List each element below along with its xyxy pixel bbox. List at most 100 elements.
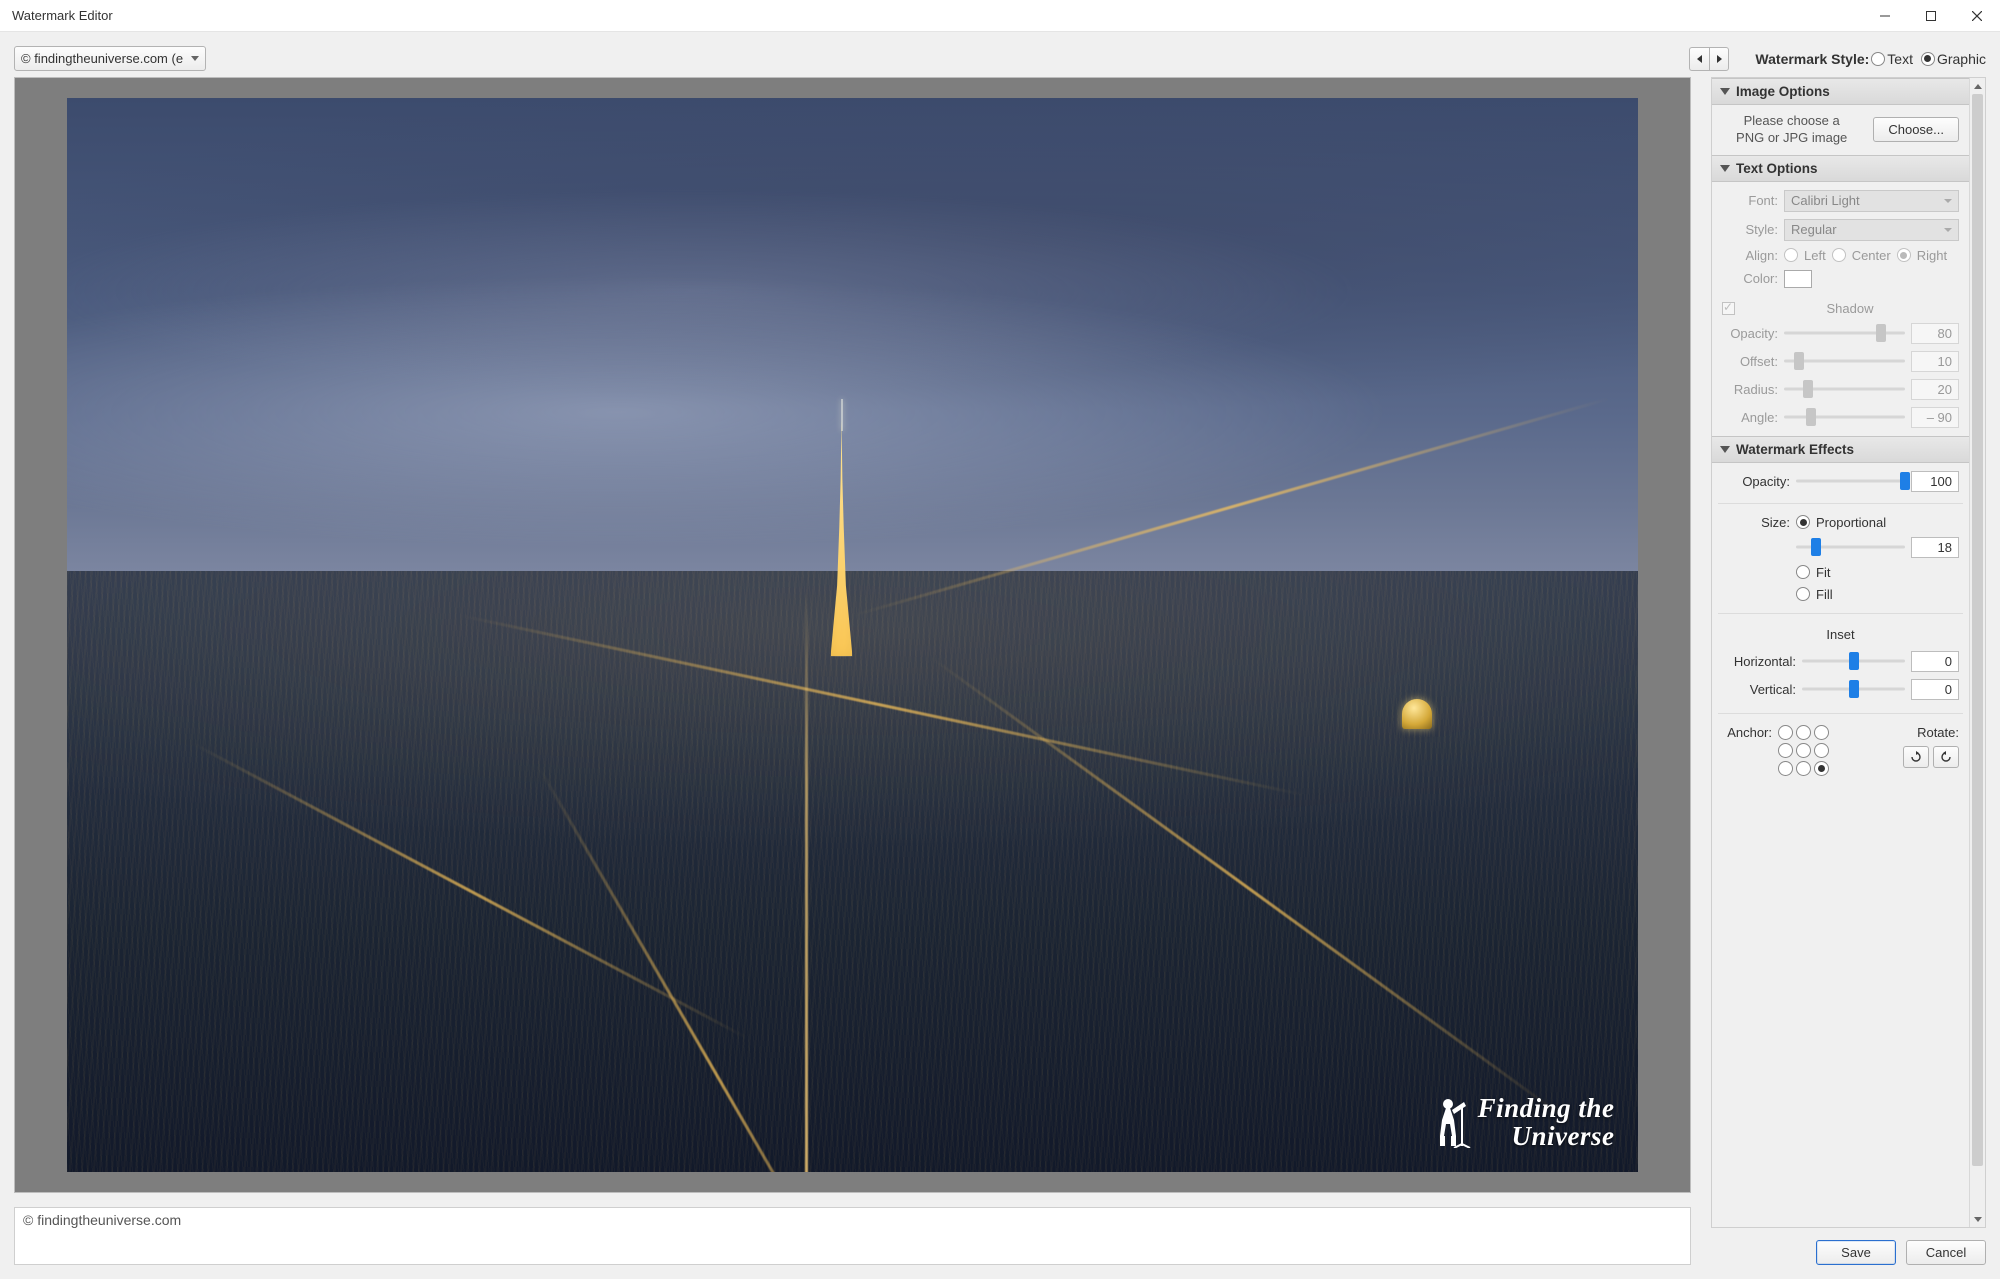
minimize-button[interactable] bbox=[1862, 0, 1908, 32]
section-text-options-header[interactable]: Text Options bbox=[1712, 155, 1969, 182]
scroll-up-button[interactable] bbox=[1970, 78, 1985, 94]
panel-scrollbar[interactable] bbox=[1969, 78, 1985, 1227]
size-proportional-radio[interactable] bbox=[1796, 515, 1810, 529]
choose-image-button[interactable]: Choose... bbox=[1873, 117, 1959, 142]
shadow-opacity-slider bbox=[1784, 325, 1905, 341]
scrollbar-thumb[interactable] bbox=[1972, 94, 1983, 1166]
style-text-label: Text bbox=[1887, 51, 1913, 67]
anchor-br-radio[interactable] bbox=[1814, 761, 1829, 776]
caption-input[interactable]: © findingtheuniverse.com bbox=[14, 1207, 1691, 1265]
inset-title: Inset bbox=[1722, 627, 1959, 642]
shadow-offset-input bbox=[1911, 351, 1959, 372]
style-label: Style: bbox=[1722, 222, 1778, 237]
rotate-cw-button[interactable] bbox=[1903, 746, 1929, 768]
anchor-tl-radio[interactable] bbox=[1778, 725, 1793, 740]
save-button[interactable]: Save bbox=[1816, 1240, 1896, 1265]
inset-vertical-input[interactable] bbox=[1911, 679, 1959, 700]
color-label: Color: bbox=[1722, 271, 1778, 286]
shadow-checkbox bbox=[1722, 302, 1735, 315]
preset-value: © findingtheuniverse.com (e bbox=[21, 51, 183, 66]
size-input[interactable] bbox=[1911, 537, 1959, 558]
size-slider[interactable] bbox=[1796, 539, 1905, 555]
style-graphic-label: Graphic bbox=[1937, 51, 1986, 67]
chevron-down-icon bbox=[1944, 199, 1952, 203]
section-watermark-effects-header[interactable]: Watermark Effects bbox=[1712, 436, 1969, 463]
size-label: Size: bbox=[1722, 515, 1790, 530]
align-left-label: Left bbox=[1804, 248, 1826, 263]
preview-image: Finding the Universe bbox=[67, 98, 1638, 1172]
align-label: Align: bbox=[1722, 248, 1778, 263]
shadow-opacity-input bbox=[1911, 323, 1959, 344]
rotate-ccw-button[interactable] bbox=[1933, 746, 1959, 768]
font-label: Font: bbox=[1722, 193, 1778, 208]
text-color-swatch bbox=[1784, 270, 1812, 288]
style-graphic-radio[interactable] bbox=[1921, 52, 1935, 66]
preview-canvas[interactable]: Finding the Universe bbox=[14, 77, 1691, 1193]
shadow-radius-slider bbox=[1784, 381, 1905, 397]
wm-opacity-input[interactable] bbox=[1911, 471, 1959, 492]
photographer-icon bbox=[1424, 1096, 1472, 1148]
anchor-bc-radio[interactable] bbox=[1796, 761, 1811, 776]
next-image-button[interactable] bbox=[1709, 47, 1729, 71]
anchor-ml-radio[interactable] bbox=[1778, 743, 1793, 758]
font-style-dropdown: Regular bbox=[1784, 219, 1959, 241]
shadow-angle-input bbox=[1911, 407, 1959, 428]
disclosure-triangle-icon bbox=[1720, 88, 1730, 95]
watermark-line1: Finding the bbox=[1478, 1094, 1615, 1122]
prev-image-button[interactable] bbox=[1689, 47, 1709, 71]
section-watermark-effects-title: Watermark Effects bbox=[1736, 442, 1854, 457]
section-text-options-title: Text Options bbox=[1736, 161, 1818, 176]
image-hint: Please choose a PNG or JPG image bbox=[1722, 113, 1861, 147]
inset-horizontal-input[interactable] bbox=[1911, 651, 1959, 672]
disclosure-triangle-icon bbox=[1720, 446, 1730, 453]
shadow-angle-label: Angle: bbox=[1722, 410, 1778, 425]
anchor-tc-radio[interactable] bbox=[1796, 725, 1811, 740]
watermark-style-label: Watermark Style: bbox=[1755, 51, 1869, 67]
caption-text: © findingtheuniverse.com bbox=[23, 1212, 181, 1228]
size-fit-radio[interactable] bbox=[1796, 565, 1810, 579]
inset-horizontal-label: Horizontal: bbox=[1722, 654, 1796, 669]
align-center-label: Center bbox=[1852, 248, 1891, 263]
shadow-radius-input bbox=[1911, 379, 1959, 400]
section-image-options-header[interactable]: Image Options bbox=[1712, 78, 1969, 105]
align-left-radio bbox=[1784, 248, 1798, 262]
disclosure-triangle-icon bbox=[1720, 165, 1730, 172]
watermark-overlay: Finding the Universe bbox=[1424, 1094, 1615, 1151]
section-image-options-title: Image Options bbox=[1736, 84, 1830, 99]
inset-vertical-slider[interactable] bbox=[1802, 681, 1905, 697]
rotate-label: Rotate: bbox=[1917, 725, 1959, 740]
size-fill-radio[interactable] bbox=[1796, 587, 1810, 601]
shadow-radius-label: Radius: bbox=[1722, 382, 1778, 397]
font-dropdown: Calibri Light bbox=[1784, 190, 1959, 212]
anchor-tr-radio[interactable] bbox=[1814, 725, 1829, 740]
size-fill-label: Fill bbox=[1816, 587, 1833, 602]
shadow-offset-label: Offset: bbox=[1722, 354, 1778, 369]
anchor-mc-radio[interactable] bbox=[1796, 743, 1811, 758]
align-center-radio bbox=[1832, 248, 1846, 262]
anchor-label: Anchor: bbox=[1722, 725, 1772, 740]
align-right-radio bbox=[1897, 248, 1911, 262]
style-text-radio[interactable] bbox=[1871, 52, 1885, 66]
shadow-opacity-label: Opacity: bbox=[1722, 326, 1778, 341]
maximize-button[interactable] bbox=[1908, 0, 1954, 32]
inset-horizontal-slider[interactable] bbox=[1802, 653, 1905, 669]
anchor-mr-radio[interactable] bbox=[1814, 743, 1829, 758]
shadow-angle-slider bbox=[1784, 409, 1905, 425]
anchor-bl-radio[interactable] bbox=[1778, 761, 1793, 776]
titlebar: Watermark Editor bbox=[0, 0, 2000, 32]
watermark-line2: Universe bbox=[1511, 1122, 1614, 1150]
align-right-label: Right bbox=[1917, 248, 1947, 263]
anchor-grid bbox=[1778, 725, 1830, 777]
scroll-down-button[interactable] bbox=[1970, 1211, 1985, 1227]
shadow-offset-slider bbox=[1784, 353, 1905, 369]
watermark-style-group: Watermark Style: Text Graphic bbox=[1755, 51, 1986, 67]
size-fit-label: Fit bbox=[1816, 565, 1830, 580]
chevron-down-icon bbox=[191, 56, 199, 61]
chevron-down-icon bbox=[1944, 228, 1952, 232]
size-proportional-label: Proportional bbox=[1816, 515, 1886, 530]
wm-opacity-label: Opacity: bbox=[1722, 474, 1790, 489]
wm-opacity-slider[interactable] bbox=[1796, 473, 1905, 489]
close-button[interactable] bbox=[1954, 0, 2000, 32]
preset-dropdown[interactable]: © findingtheuniverse.com (e bbox=[14, 46, 206, 71]
cancel-button[interactable]: Cancel bbox=[1906, 1240, 1986, 1265]
